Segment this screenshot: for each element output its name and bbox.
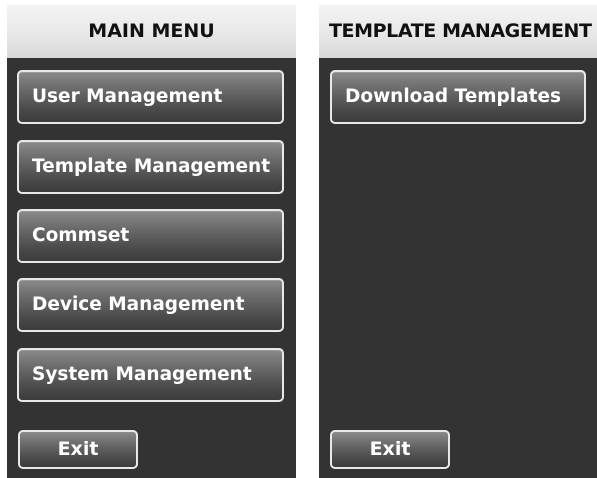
main-menu-exit-button[interactable]: Exit <box>18 430 138 469</box>
template-management-button[interactable]: Template Management <box>17 140 284 194</box>
template-management-title: TEMPLATE MANAGEMENT <box>319 5 597 58</box>
template-management-panel: TEMPLATE MANAGEMENT Download Templates E… <box>319 5 597 478</box>
system-management-button[interactable]: System Management <box>17 348 284 402</box>
screen: MAIN MENU User Management Template Manag… <box>0 0 597 478</box>
user-management-button[interactable]: User Management <box>17 70 284 124</box>
download-templates-button[interactable]: Download Templates <box>330 70 586 124</box>
main-menu-title: MAIN MENU <box>7 5 296 58</box>
main-menu-panel: MAIN MENU User Management Template Manag… <box>7 5 296 478</box>
template-management-exit-button[interactable]: Exit <box>330 430 450 469</box>
commset-button[interactable]: Commset <box>17 209 284 263</box>
device-management-button[interactable]: Device Management <box>17 278 284 332</box>
